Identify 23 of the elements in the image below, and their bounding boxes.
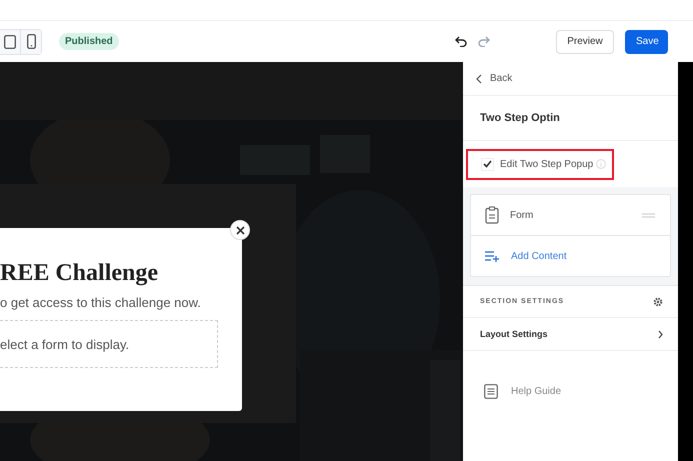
preview-button[interactable]: Preview	[556, 30, 614, 54]
element-label: Form	[510, 210, 534, 220]
help-guide-link[interactable]: Help Guide	[463, 384, 678, 399]
drag-handle-icon[interactable]	[642, 212, 655, 218]
info-icon	[596, 159, 606, 169]
mobile-icon[interactable]	[20, 30, 41, 54]
checkbox-label: Edit Two Step Popup	[500, 158, 594, 170]
tablet-icon[interactable]	[0, 30, 20, 54]
popup-title: REE Challenge	[0, 260, 160, 287]
status-badge: Published	[59, 33, 119, 50]
add-list-icon	[485, 250, 500, 262]
chevron-right-icon	[658, 330, 663, 338]
popup-subtitle: o get access to this challenge now.	[0, 295, 202, 310]
clipboard-icon	[485, 206, 499, 224]
form-field[interactable]: elect a form to display.	[0, 320, 218, 368]
chevron-left-icon	[476, 74, 482, 84]
undo-icon[interactable]	[455, 36, 467, 47]
checkbox[interactable]	[481, 158, 494, 170]
close-icon	[236, 226, 244, 234]
save-button[interactable]: Save	[625, 30, 668, 54]
settings-icon[interactable]	[653, 296, 663, 306]
add-content-link[interactable]: Add Content	[511, 250, 567, 262]
document-icon	[484, 384, 498, 399]
